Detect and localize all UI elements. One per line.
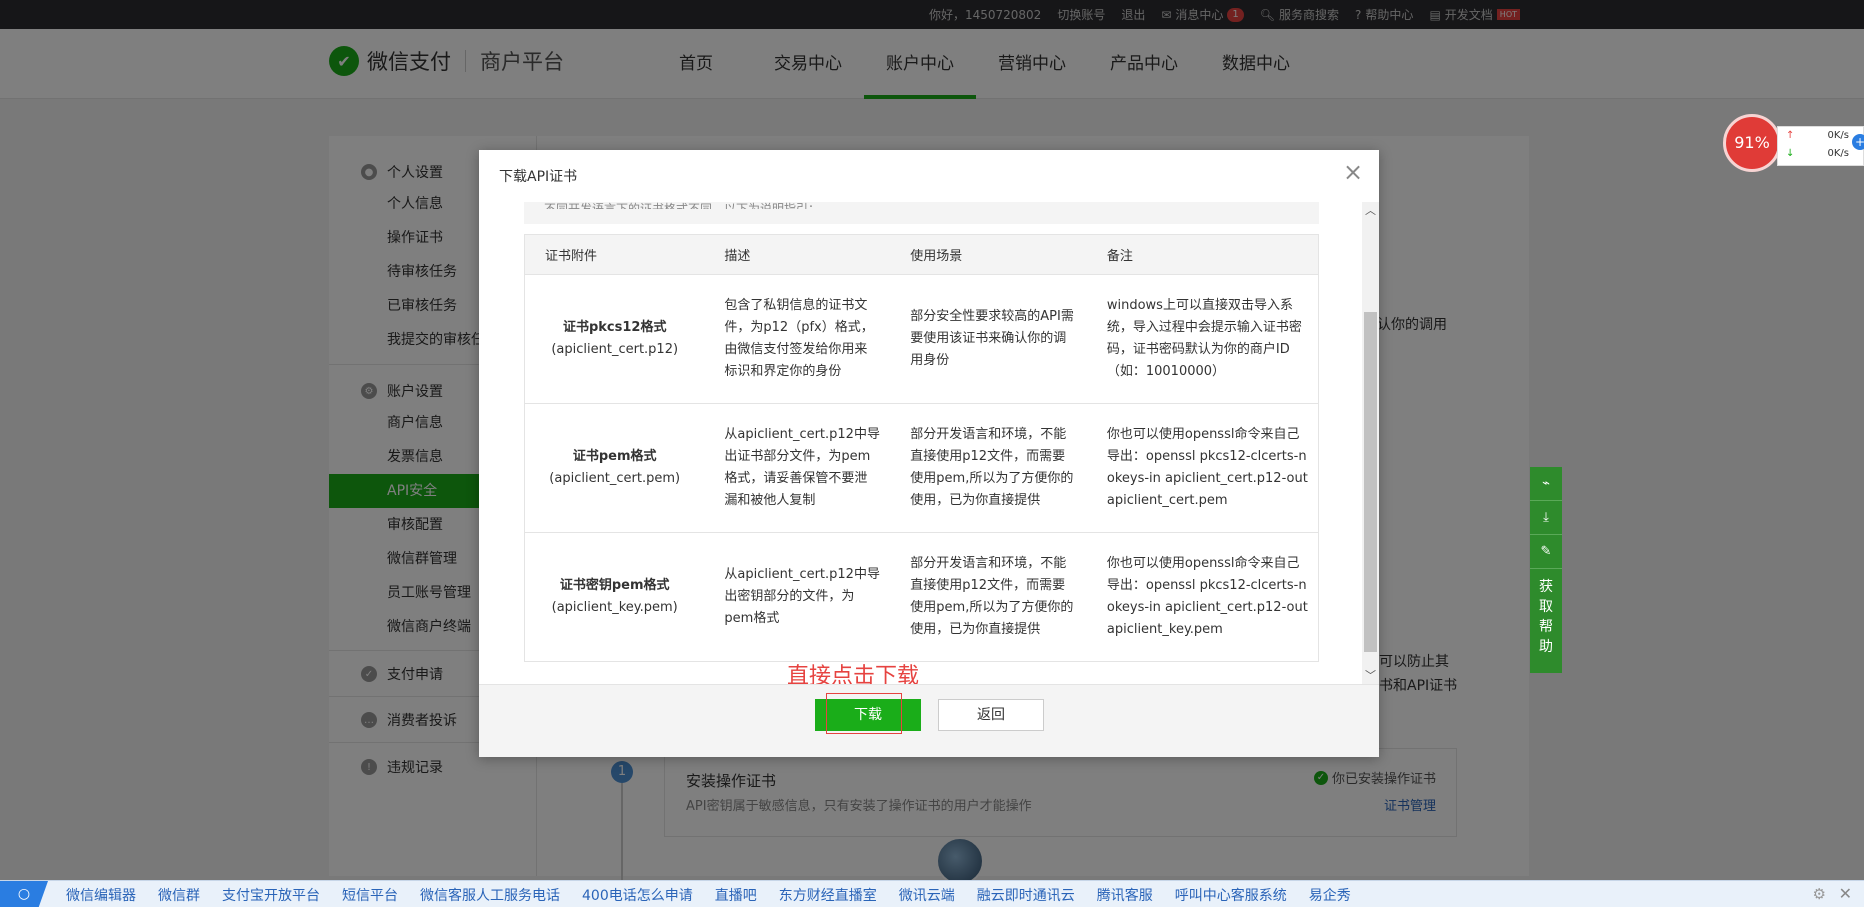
- download-arrow-icon: ↓: [1786, 148, 1795, 159]
- cert-note: 你也可以使用openssl命令来自己导出：openssl pkcs12-clce…: [1086, 532, 1319, 662]
- column-header: 使用场景: [890, 234, 1087, 275]
- get-help-label: 获取帮助: [1539, 579, 1553, 655]
- annotation-highlight-box: [826, 693, 902, 734]
- taskbar-link[interactable]: 融云即时通讯云: [977, 885, 1075, 905]
- table-row: 证书pkcs12格式 (apiclient_cert.p12) 包含了私钥信息的…: [524, 274, 1319, 404]
- table-row: 证书pem格式 (apiclient_cert.pem) 从apiclient_…: [524, 403, 1319, 533]
- taskbar-link[interactable]: 微信编辑器: [66, 885, 136, 905]
- taskbar-link[interactable]: 微讯云端: [899, 885, 955, 905]
- cert-name: 证书pem格式: [572, 449, 657, 464]
- scrollbar-thumb[interactable]: [1364, 312, 1377, 652]
- back-button[interactable]: 返回: [938, 699, 1044, 731]
- cert-description: 从apiclient_cert.p12中导出证书部分文件，为pem格式，请妥善保…: [704, 403, 891, 533]
- share-icon[interactable]: ⌁: [1530, 467, 1562, 501]
- cert-name: 证书密钥pem格式: [559, 578, 670, 593]
- upload-arrow-icon: ↑: [1786, 130, 1795, 141]
- cert-name-cell: 证书pem格式 (apiclient_cert.pem): [524, 403, 705, 533]
- cert-note: windows上可以直接双击导入系统，导入过程中会提示输入证书密码，证书密码默认…: [1086, 274, 1319, 404]
- cert-usage: 部分安全性要求较高的API需要使用该证书来确认你的调用身份: [890, 274, 1087, 404]
- close-icon[interactable]: ✕: [1839, 884, 1852, 903]
- dialog-title: 下载API证书: [499, 169, 578, 185]
- cert-usage: 部分开发语言和环境，不能直接使用p12文件，而需要使用pem,所以为了方便你的使…: [890, 403, 1087, 533]
- close-icon[interactable]: ×: [1341, 160, 1365, 184]
- download-speed: 0K/s: [1827, 148, 1850, 159]
- upload-speed: 0K/s: [1827, 130, 1850, 141]
- taskbar-link[interactable]: 腾讯客服: [1097, 885, 1153, 905]
- download-api-cert-dialog: 下载API证书 × 不同开发语言下的证书格式不同，以下为说明指引： 证书附件 描…: [479, 150, 1379, 757]
- taskbar-link[interactable]: 呼叫中心客服系统: [1175, 885, 1287, 905]
- edit-icon[interactable]: ✎: [1530, 535, 1562, 569]
- taskbar-link[interactable]: 直播吧: [715, 885, 757, 905]
- chevron-up-icon[interactable]: ︿: [1362, 202, 1379, 219]
- plus-icon[interactable]: +: [1852, 134, 1864, 150]
- bottom-link-bar: ○ 微信编辑器 微信群 支付宝开放平台 短信平台 微信客服人工服务电话 400电…: [0, 880, 1864, 907]
- download-icon[interactable]: ⤓: [1530, 501, 1562, 535]
- column-header: 描述: [704, 234, 891, 275]
- cert-table: 证书附件 描述 使用场景 备注 证书pkcs12格式 (apiclient_ce…: [524, 234, 1319, 662]
- search-icon[interactable]: ○: [0, 881, 48, 907]
- cert-usage: 部分开发语言和环境，不能直接使用p12文件，而需要使用pem,所以为了方便你的使…: [890, 532, 1087, 662]
- column-header: 证书附件: [524, 234, 705, 275]
- cert-description: 从apiclient_cert.p12中导出密钥部分的文件，为pem格式: [704, 532, 891, 662]
- cert-file: (apiclient_key.pem): [551, 600, 678, 615]
- cert-file: (apiclient_cert.p12): [551, 342, 679, 357]
- dialog-body: 不同开发语言下的证书格式不同，以下为说明指引： 证书附件 描述 使用场景 备注: [479, 202, 1379, 684]
- column-header: 备注: [1086, 234, 1319, 275]
- cert-name-cell: 证书pkcs12格式 (apiclient_cert.p12): [524, 274, 705, 404]
- network-speed-widget[interactable]: 91% ↑ 0K/s ↓ 0K/s +: [1723, 114, 1864, 172]
- memory-percent: 91%: [1723, 114, 1781, 172]
- floating-toolbar: ⌁ ⤓ ✎ 获取帮助: [1530, 467, 1562, 673]
- dialog-scrollbar[interactable]: ︿ ﹀: [1362, 202, 1379, 684]
- cert-note: 你也可以使用openssl命令来自己导出：openssl pkcs12-clce…: [1086, 403, 1319, 533]
- taskbar-links: 微信编辑器 微信群 支付宝开放平台 短信平台 微信客服人工服务电话 400电话怎…: [66, 881, 1351, 907]
- get-help-button[interactable]: 获取帮助: [1530, 569, 1562, 657]
- taskbar-link[interactable]: 短信平台: [342, 885, 398, 905]
- taskbar-link[interactable]: 400电话怎么申请: [582, 885, 693, 905]
- chevron-down-icon[interactable]: ﹀: [1362, 667, 1379, 684]
- taskbar-link[interactable]: 微信群: [158, 885, 200, 905]
- cert-name: 证书pkcs12格式: [562, 320, 667, 335]
- cert-file: (apiclient_cert.pem): [549, 471, 681, 486]
- table-header-row: 证书附件 描述 使用场景 备注: [524, 234, 1319, 275]
- taskbar-link[interactable]: 易企秀: [1309, 885, 1351, 905]
- taskbar-link[interactable]: 东方财经直播室: [779, 885, 877, 905]
- gear-icon[interactable]: ⚙: [1813, 885, 1826, 903]
- dialog-footer: 下载 返回: [479, 684, 1379, 757]
- cert-name-cell: 证书密钥pem格式 (apiclient_key.pem): [524, 532, 705, 662]
- table-row: 证书密钥pem格式 (apiclient_key.pem) 从apiclient…: [524, 532, 1319, 662]
- taskbar-link[interactable]: 支付宝开放平台: [222, 885, 320, 905]
- taskbar-link[interactable]: 微信客服人工服务电话: [420, 885, 560, 905]
- speed-panel: ↑ 0K/s ↓ 0K/s: [1777, 126, 1864, 166]
- cert-description: 包含了私钥信息的证书文件，为p12（pfx）格式，由微信支付签发给你用来标识和界…: [704, 274, 891, 404]
